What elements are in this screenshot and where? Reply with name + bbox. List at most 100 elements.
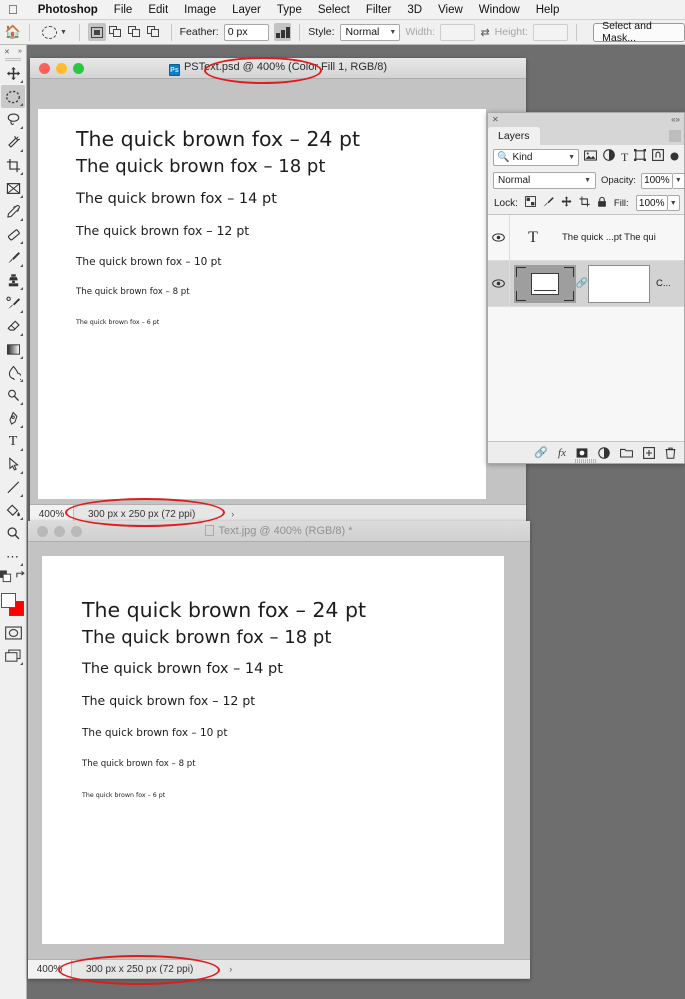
add-to-selection-icon[interactable] <box>107 23 125 41</box>
lock-position-icon[interactable] <box>561 196 572 210</box>
swap-dimensions-icon[interactable]: ⇄ <box>480 26 489 39</box>
layer-filter-kind-select[interactable]: 🔍 Kind ▼ <box>493 148 579 166</box>
document-titlebar-pstext[interactable]: Ps PSText.psd @ 400% (Color Fill 1, RGB/8… <box>30 58 526 79</box>
blur-tool[interactable] <box>1 361 25 384</box>
default-colors-icon[interactable] <box>0 570 12 588</box>
new-selection-icon[interactable] <box>87 23 106 41</box>
gradient-tool[interactable] <box>1 338 25 361</box>
add-layer-mask-icon[interactable] <box>576 447 588 459</box>
zoom-window-button[interactable] <box>71 525 82 537</box>
frame-tool[interactable] <box>1 177 25 200</box>
link-icon[interactable]: 🔗 <box>576 278 588 289</box>
filter-pixel-icon[interactable] <box>584 148 597 166</box>
line-tool[interactable] <box>1 476 25 499</box>
layer-mask-thumbnail[interactable] <box>588 264 650 303</box>
layer-visibility-toggle[interactable] <box>488 261 510 306</box>
canvas-pstext[interactable]: The quick brown fox – 24 pt The quick br… <box>38 109 486 499</box>
document-window-textjpg[interactable]: Text.jpg @ 400% (RGB/8) * The quick brow… <box>28 521 530 979</box>
feather-input[interactable]: 0 px <box>223 23 270 41</box>
zoom-tool[interactable] <box>1 522 25 545</box>
layer-visibility-toggle[interactable] <box>488 215 510 260</box>
expand-columns-icon[interactable]: » <box>18 48 22 55</box>
layer-row-text[interactable]: T The quick ...pt The qui <box>488 215 684 261</box>
menu-item-layer[interactable]: Layer <box>224 4 269 16</box>
menu-item-file[interactable]: File <box>106 4 141 16</box>
delete-layer-icon[interactable] <box>665 447 676 459</box>
menu-item-type[interactable]: Type <box>269 4 310 16</box>
filter-toggle-icon[interactable] <box>670 148 679 166</box>
close-icon[interactable]: ✕ <box>492 115 499 124</box>
filter-smart-object-icon[interactable] <box>652 148 665 166</box>
brush-tool[interactable] <box>1 246 25 269</box>
close-window-button[interactable] <box>39 62 50 74</box>
paint-bucket-tool[interactable] <box>1 499 25 522</box>
menu-item-select[interactable]: Select <box>310 4 358 16</box>
foreground-color-swatch[interactable] <box>1 593 16 608</box>
zoom-window-button[interactable] <box>73 62 84 74</box>
menu-item-photoshop[interactable]: Photoshop <box>30 4 106 16</box>
path-selection-tool[interactable] <box>1 453 25 476</box>
lock-all-icon[interactable] <box>597 196 607 211</box>
new-group-icon[interactable] <box>620 447 633 458</box>
dodge-tool[interactable] <box>1 384 25 407</box>
lock-artboard-nesting-icon[interactable] <box>579 196 590 210</box>
link-layers-icon[interactable]: 🔗 <box>534 446 548 459</box>
status-expand-icon[interactable]: › <box>229 964 232 974</box>
home-icon[interactable]: 🏠 <box>4 24 21 40</box>
crop-tool[interactable] <box>1 154 25 177</box>
panel-menu-icon[interactable] <box>669 130 681 142</box>
opacity-stepper-icon[interactable]: ▼ <box>672 172 685 189</box>
width-input[interactable] <box>440 23 476 41</box>
close-icon[interactable]: ✕ <box>4 48 10 56</box>
layer-row-color-fill[interactable]: 🔗 C... <box>488 261 684 307</box>
layer-name-text[interactable]: The quick ...pt The qui <box>556 232 656 243</box>
subtract-from-selection-icon[interactable] <box>126 23 144 41</box>
status-expand-icon[interactable]: › <box>231 509 234 519</box>
menu-item-image[interactable]: Image <box>176 4 224 16</box>
elliptical-marquee-tool[interactable] <box>1 85 25 108</box>
menu-item-edit[interactable]: Edit <box>140 4 176 16</box>
screen-mode-icon[interactable] <box>1 644 25 667</box>
tool-preset-picker[interactable]: ▼ <box>38 25 71 39</box>
color-fill-thumbnail[interactable] <box>514 264 576 303</box>
select-and-mask-button[interactable]: Select and Mask... <box>593 20 685 44</box>
layer-style-fx-icon[interactable]: fx <box>558 447 566 459</box>
eraser-tool[interactable] <box>1 315 25 338</box>
filter-shape-icon[interactable] <box>634 148 647 166</box>
menu-item-filter[interactable]: Filter <box>358 4 400 16</box>
document-dimensions-pstext[interactable]: 300 px x 250 px (72 ppi) › <box>74 509 234 520</box>
style-select[interactable]: Normal ▼ <box>339 23 401 41</box>
collapse-panel-icon[interactable]: «» <box>671 115 680 124</box>
edit-toolbar-tool[interactable]: ⋯ <box>1 545 25 568</box>
layer-name-color-fill[interactable]: C... <box>650 278 671 289</box>
move-tool[interactable] <box>1 62 25 85</box>
canvas-textjpg[interactable]: The quick brown fox – 24 pt The quick br… <box>42 556 504 944</box>
apple-logo-icon[interactable]:  <box>8 3 18 16</box>
minimize-window-button[interactable] <box>56 62 67 74</box>
lock-transparent-pixels-icon[interactable] <box>524 196 536 210</box>
eyedropper-tool[interactable] <box>1 200 25 223</box>
new-adjustment-layer-icon[interactable] <box>598 446 610 459</box>
tab-layers[interactable]: Layers <box>488 127 540 145</box>
fill-value[interactable]: 100% <box>635 195 668 211</box>
type-layer-thumbnail[interactable]: T <box>510 229 556 247</box>
zoom-level-textjpg[interactable]: 400% <box>28 960 72 978</box>
intersect-selection-icon[interactable] <box>145 23 163 41</box>
new-layer-icon[interactable] <box>643 446 655 459</box>
layers-panel[interactable]: ✕ «» Layers 🔍 Kind ▼ T Normal ▼ Opacity:… <box>487 112 685 464</box>
lock-image-pixels-icon[interactable] <box>543 196 554 210</box>
spot-healing-brush-tool[interactable] <box>1 223 25 246</box>
quick-mask-icon[interactable] <box>1 621 25 644</box>
minimize-window-button[interactable] <box>54 525 65 537</box>
lasso-tool[interactable] <box>1 108 25 131</box>
menu-item-help[interactable]: Help <box>528 4 568 16</box>
close-window-button[interactable] <box>37 525 48 537</box>
document-canvas-area-textjpg[interactable]: The quick brown fox – 24 pt The quick br… <box>28 542 530 959</box>
blend-mode-select[interactable]: Normal ▼ <box>493 172 596 189</box>
menu-item-window[interactable]: Window <box>471 4 528 16</box>
menu-item-view[interactable]: View <box>430 4 471 16</box>
pen-tool[interactable] <box>1 407 25 430</box>
panel-resize-grip[interactable] <box>575 459 597 463</box>
document-canvas-area-pstext[interactable]: The quick brown fox – 24 pt The quick br… <box>30 79 526 504</box>
document-dimensions-textjpg[interactable]: 300 px x 250 px (72 ppi) › <box>72 964 232 975</box>
